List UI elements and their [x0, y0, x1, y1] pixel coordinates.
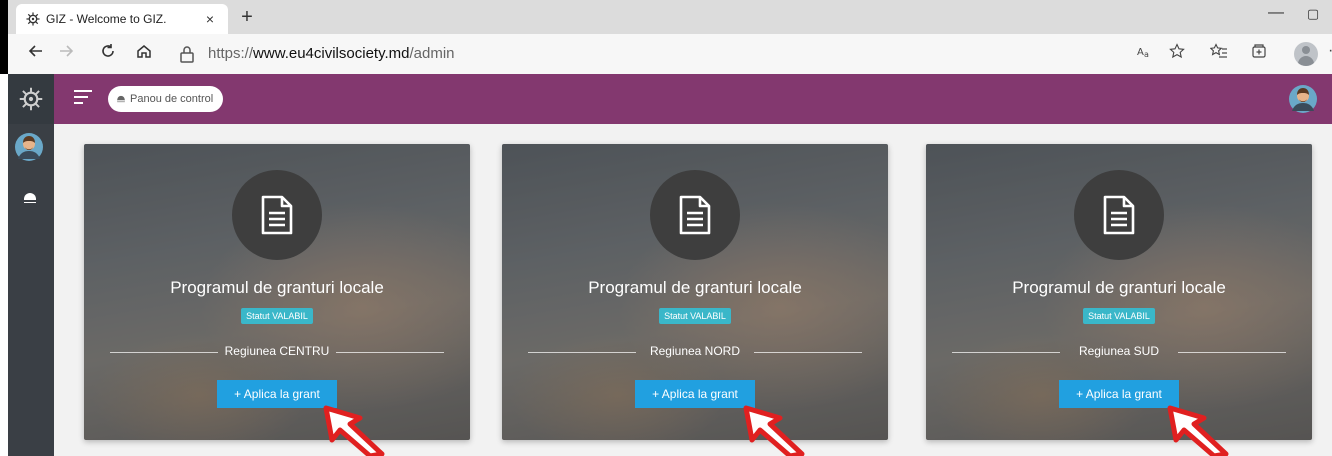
grant-card-centru: Programul de granturi locale Statut VALA… [84, 144, 470, 440]
document-icon [679, 195, 711, 235]
dashboard-icon[interactable] [22, 190, 38, 206]
grant-card-sud: Programul de granturi locale Statut VALA… [926, 144, 1312, 440]
card-icon-circle [1074, 170, 1164, 260]
url-prefix: https:// [208, 45, 254, 62]
annotation-arrow-icon [1167, 405, 1229, 456]
card-title: Programul de granturi locale [588, 278, 802, 297]
arrow-right-icon [60, 45, 74, 57]
url-field[interactable]: https://www.eu4civilsociety.md/admin [208, 45, 455, 62]
document-icon [1103, 195, 1135, 235]
card-region: Regiunea NORD [502, 344, 888, 360]
user-avatar-icon[interactable] [1288, 84, 1318, 114]
breadcrumb-label: Panou de control [130, 93, 214, 105]
sidebar [8, 74, 54, 456]
svg-text:A: A [1137, 47, 1144, 58]
status-badge: Statut VALABIL [227, 306, 327, 324]
status-badge: Statut VALABIL [645, 306, 745, 324]
browser-tab[interactable]: GIZ - Welcome to GIZ. × [16, 4, 228, 34]
svg-text:a: a [1144, 50, 1149, 59]
apply-grant-button[interactable]: + Aplica la grant [217, 380, 337, 408]
card-region: Regiunea SUD [926, 344, 1312, 360]
main-content: Programul de granturi locale Statut VALA… [54, 124, 1332, 456]
url-host: www.eu4civilsociety.md [253, 45, 410, 62]
tab-title: GIZ - Welcome to GIZ. [46, 12, 167, 26]
card-icon-circle [650, 170, 740, 260]
wheel-icon [19, 87, 43, 111]
reload-icon [102, 44, 114, 57]
forward-button[interactable] [54, 42, 78, 66]
favorites-list-button[interactable] [1208, 43, 1230, 65]
breadcrumb[interactable]: Panou de control [108, 86, 224, 112]
translate-icon: Aa [1137, 47, 1149, 59]
lock-icon[interactable] [178, 44, 196, 64]
minimize-button[interactable]: — [1264, 4, 1288, 26]
grant-card-nord: Programul de granturi locale Statut VALA… [502, 144, 888, 440]
status-badge: Statut VALABIL [1069, 306, 1169, 324]
more-menu-button[interactable]: · [1328, 42, 1332, 60]
profile-button[interactable] [1294, 42, 1318, 66]
favorites-icon [1209, 43, 1227, 58]
apply-grant-button[interactable]: + Aplica la grant [635, 380, 755, 408]
url-path: /admin [409, 45, 455, 62]
read-aloud-button[interactable]: Aa [1134, 43, 1156, 65]
wheel-icon [26, 12, 40, 26]
card-icon-circle [232, 170, 322, 260]
address-bar: https://www.eu4civilsociety.md/admin Aa … [0, 34, 1332, 74]
annotation-arrow-icon [743, 405, 805, 456]
profile-icon [1302, 46, 1310, 54]
collections-button[interactable] [1248, 43, 1270, 65]
back-button[interactable] [24, 42, 48, 66]
user-avatar-icon[interactable] [14, 132, 44, 162]
apply-grant-button[interactable]: + Aplica la grant [1059, 380, 1179, 408]
maximize-button[interactable]: ▢ [1302, 6, 1324, 26]
card-region: Regiunea CENTRU [84, 344, 470, 360]
card-title: Programul de granturi locale [1012, 278, 1226, 297]
document-icon [261, 195, 293, 235]
reload-button[interactable] [96, 42, 120, 66]
sidebar-logo[interactable] [8, 74, 54, 124]
tab-close-icon[interactable]: × [202, 11, 218, 27]
home-button[interactable] [132, 42, 156, 66]
favorite-button[interactable] [1166, 43, 1188, 65]
arrow-left-icon [28, 45, 42, 57]
home-icon [137, 45, 151, 58]
collections-icon [1252, 44, 1266, 58]
new-tab-button[interactable]: + [236, 6, 258, 28]
annotation-arrow-icon [323, 405, 385, 456]
menu-toggle-icon[interactable] [74, 90, 92, 106]
card-title: Programul de granturi locale [170, 278, 384, 297]
top-bar: Panou de control [54, 74, 1332, 124]
star-icon [1169, 43, 1185, 59]
browser-tab-bar: GIZ - Welcome to GIZ. × + — ▢ [0, 0, 1332, 34]
dashboard-icon [117, 95, 125, 103]
